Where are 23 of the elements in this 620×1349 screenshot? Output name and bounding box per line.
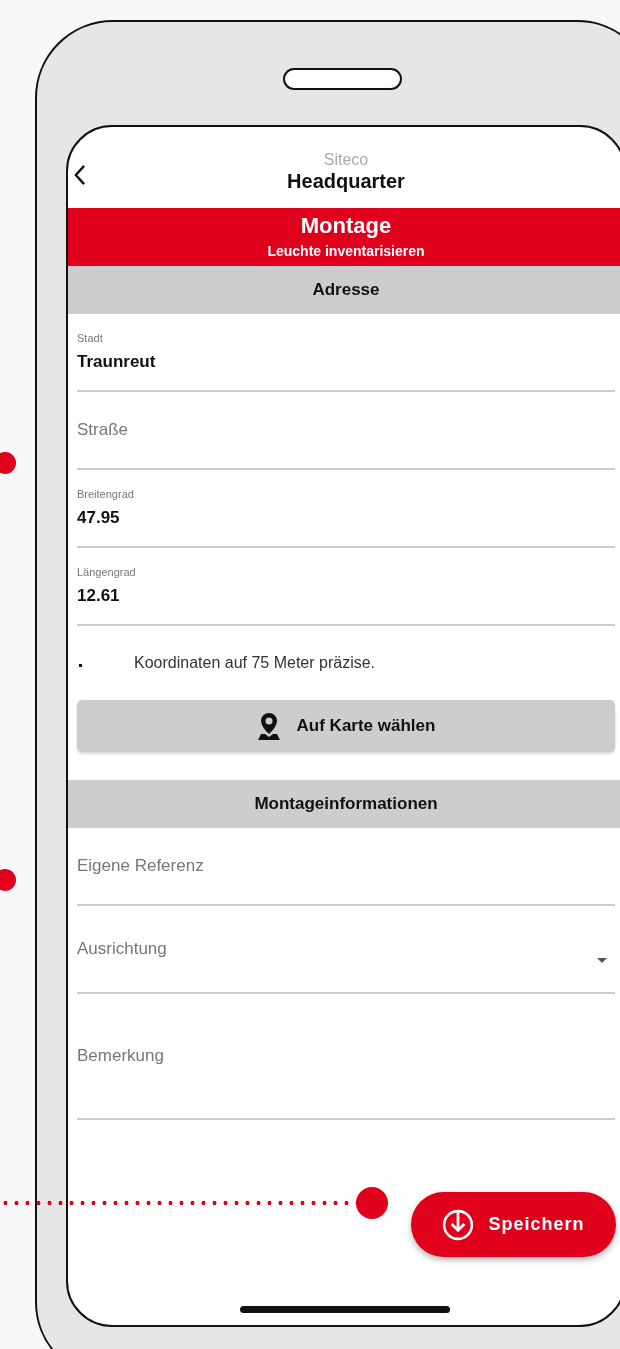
- section-heading: Adresse: [68, 266, 620, 314]
- bullet-icon: [79, 663, 82, 667]
- map-button[interactable]: Auf Karte wählen: [77, 700, 615, 752]
- download-icon: [442, 1208, 475, 1241]
- map-pin-icon: [256, 712, 281, 740]
- banner-title: Montage: [300, 212, 392, 240]
- back-icon[interactable]: [73, 164, 86, 186]
- callout-dot: [0, 452, 16, 474]
- accuracy-note: Koordinaten auf 75 Meter präzise.: [134, 654, 376, 672]
- input-field[interactable]: Breitengrad 47.95: [77, 470, 615, 548]
- header-subtitle: Siteco: [323, 151, 369, 169]
- input-field[interactable]: Stadt Traunreut: [77, 314, 615, 392]
- callout-dot: [0, 869, 16, 891]
- input-field[interactable]: Straße: [77, 392, 615, 470]
- banner-subtitle: Leuchte inventarisieren: [267, 242, 425, 260]
- dropdown-field[interactable]: Ausrichtung: [77, 906, 615, 994]
- section-heading: Montageinformationen: [68, 780, 620, 828]
- save-button[interactable]: Speichern: [411, 1192, 616, 1257]
- caret-icon: [597, 958, 607, 963]
- input-field[interactable]: Bemerkung: [77, 994, 615, 1120]
- input-field[interactable]: Längengrad 12.61: [77, 548, 615, 626]
- header-title: Headquarter: [287, 169, 405, 193]
- input-field[interactable]: Eigene Referenz: [77, 828, 615, 906]
